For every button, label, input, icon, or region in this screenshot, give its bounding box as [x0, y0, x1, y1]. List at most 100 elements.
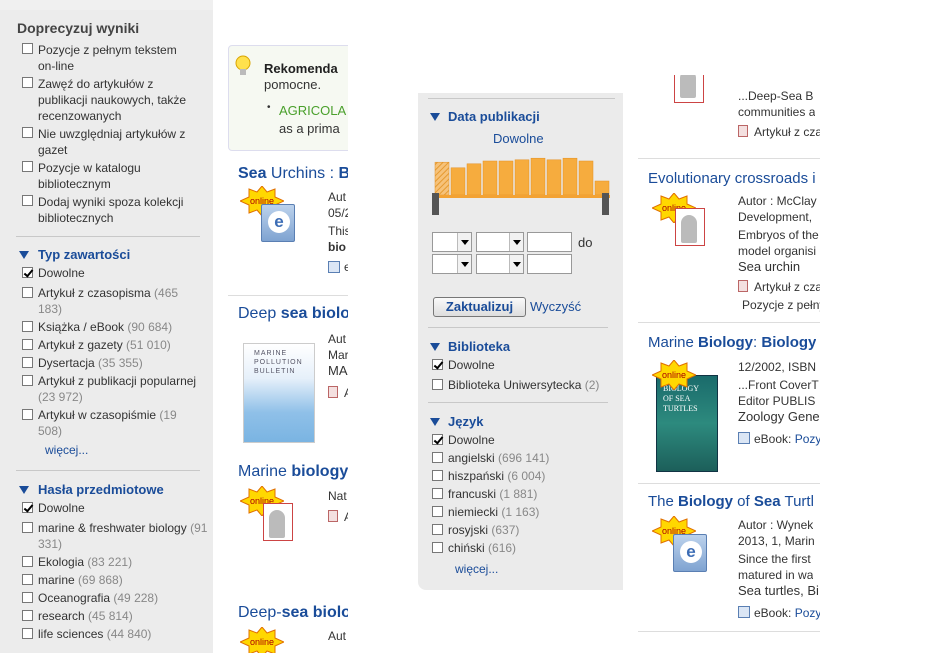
filter-checkbox[interactable]: [22, 287, 33, 298]
subjects-heading[interactable]: Hasła przedmiotowe: [38, 482, 164, 497]
filter-label[interactable]: angielski (696 141): [448, 450, 549, 466]
filter-checkbox[interactable]: [432, 359, 443, 370]
filter-label[interactable]: marine & freshwater biology (91 331): [38, 520, 208, 552]
result-title[interactable]: Marine biology: [238, 463, 348, 481]
histogram-bar[interactable]: [530, 157, 546, 196]
filter-label[interactable]: Artykuł z czasopisma (465 183): [38, 285, 198, 317]
collapse-triangle-icon[interactable]: [430, 113, 440, 121]
filter-label[interactable]: life sciences (44 840): [38, 626, 151, 642]
result-link[interactable]: Zoology Gener: [738, 409, 820, 425]
filter-checkbox[interactable]: [22, 321, 33, 332]
journal-cover-image[interactable]: MARINE POLLUTION BULLETIN: [243, 343, 315, 443]
from-month-select[interactable]: [432, 232, 472, 252]
filter-checkbox[interactable]: [432, 506, 443, 517]
result-title[interactable]: Deep sea biolo: [238, 305, 348, 323]
filter-checkbox[interactable]: [432, 488, 443, 499]
result-title[interactable]: Sea Urchins : B: [238, 165, 348, 183]
histogram-bar[interactable]: [482, 160, 498, 196]
result-title[interactable]: The Biology of Sea Turtl: [648, 493, 814, 510]
histogram-bar[interactable]: [514, 159, 530, 196]
filter-label[interactable]: Biblioteka Uniwersytecka (2): [448, 377, 599, 393]
filter-checkbox[interactable]: [432, 434, 443, 445]
filter-checkbox[interactable]: [432, 379, 443, 390]
histogram-bar[interactable]: [562, 157, 578, 196]
recommendation-link[interactable]: AGRICOLA: [279, 103, 346, 118]
ebook-document-icon[interactable]: e: [673, 534, 707, 572]
histogram-bar[interactable]: [578, 160, 594, 196]
date-histogram[interactable]: [432, 150, 612, 216]
filter-checkbox[interactable]: [432, 524, 443, 535]
filter-label[interactable]: Artykuł z publikacji popularnej (23 972): [38, 373, 208, 405]
filter-checkbox[interactable]: [22, 409, 33, 420]
clear-link[interactable]: Wyczyść: [530, 299, 581, 314]
fulltext-link[interactable]: Pozycje z pełny: [742, 297, 820, 313]
filter-label[interactable]: rosyjski (637): [448, 522, 519, 538]
refine-checkbox[interactable]: [22, 77, 33, 88]
histogram-bar[interactable]: [498, 160, 514, 196]
filter-checkbox[interactable]: [432, 542, 443, 553]
filter-checkbox[interactable]: [22, 375, 33, 386]
filter-label[interactable]: Ekologia (83 221): [38, 554, 132, 570]
result-title[interactable]: Deep-sea biolo: [238, 604, 348, 622]
date-heading[interactable]: Data publikacji: [448, 109, 540, 124]
filter-label[interactable]: marine (69 868): [38, 572, 123, 588]
histogram-bar[interactable]: [466, 163, 482, 196]
result-title[interactable]: Marine Biology: Biology: [648, 334, 816, 351]
filter-label[interactable]: Książka / eBook (90 684): [38, 319, 172, 335]
type-link[interactable]: Pozy: [795, 606, 820, 620]
refine-checkbox[interactable]: [22, 195, 33, 206]
filter-label[interactable]: Dysertacja (35 355): [38, 355, 143, 371]
language-heading[interactable]: Język: [448, 414, 483, 429]
refine-checkbox[interactable]: [22, 161, 33, 172]
ebook-document-icon[interactable]: e: [261, 204, 295, 242]
collapse-triangle-icon[interactable]: [19, 486, 29, 494]
article-document-icon[interactable]: [675, 208, 705, 246]
filter-checkbox[interactable]: [22, 628, 33, 639]
filter-label[interactable]: Oceanografia (49 228): [38, 590, 158, 606]
filter-label[interactable]: Artykuł z gazety (51 010): [38, 337, 171, 353]
refine-option-label[interactable]: Pozycje z pełnym tekstem on-line: [38, 42, 188, 74]
filter-label[interactable]: francuski (1 881): [448, 486, 537, 502]
refine-checkbox[interactable]: [22, 43, 33, 54]
result-link[interactable]: MA: [328, 363, 348, 379]
collapse-triangle-icon[interactable]: [430, 343, 440, 351]
library-heading[interactable]: Biblioteka: [448, 339, 510, 354]
result-link[interactable]: Sea turtles, Bi: [738, 583, 819, 599]
filter-label[interactable]: Artykuł w czasopiśmie (19 508): [38, 407, 188, 439]
article-document-icon[interactable]: [674, 75, 704, 103]
histogram-bar[interactable]: [546, 159, 562, 196]
filter-checkbox[interactable]: [22, 357, 33, 368]
filter-checkbox[interactable]: [432, 470, 443, 481]
filter-label[interactable]: niemiecki (1 163): [448, 504, 539, 520]
range-handle-left[interactable]: [432, 193, 439, 215]
histogram-bar[interactable]: [434, 161, 450, 196]
article-document-icon[interactable]: [263, 503, 293, 541]
from-day-select[interactable]: [476, 232, 524, 252]
filter-checkbox[interactable]: [22, 592, 33, 603]
more-link[interactable]: więcej...: [455, 562, 498, 576]
update-button[interactable]: Zaktualizuj: [433, 297, 526, 317]
range-handle-right[interactable]: [602, 193, 609, 215]
filter-checkbox[interactable]: [22, 574, 33, 585]
filter-checkbox[interactable]: [22, 267, 33, 278]
more-link[interactable]: więcej...: [45, 443, 88, 457]
filter-label[interactable]: hiszpański (6 004): [448, 468, 545, 484]
filter-label[interactable]: Dowolne: [448, 357, 495, 373]
result-title[interactable]: Evolutionary crossroads i: [648, 170, 816, 187]
filter-checkbox[interactable]: [22, 339, 33, 350]
collapse-triangle-icon[interactable]: [430, 418, 440, 426]
content-type-heading[interactable]: Typ zawartości: [38, 247, 130, 262]
filter-checkbox[interactable]: [22, 556, 33, 567]
filter-label[interactable]: Dowolne: [38, 265, 85, 281]
from-year-input[interactable]: [527, 232, 572, 252]
filter-label[interactable]: chiński (616): [448, 540, 516, 556]
refine-checkbox[interactable]: [22, 127, 33, 138]
filter-label[interactable]: research (45 814): [38, 608, 133, 624]
filter-checkbox[interactable]: [22, 502, 33, 513]
refine-option-label[interactable]: Pozycje w katalogu bibliotecznym: [38, 160, 158, 192]
type-link[interactable]: Pozy: [795, 432, 820, 446]
refine-option-label[interactable]: Nie uwzględniaj artykułów z gazet: [38, 126, 198, 158]
filter-checkbox[interactable]: [432, 452, 443, 463]
filter-label[interactable]: Dowolne: [38, 500, 85, 516]
histogram-bar[interactable]: [594, 180, 610, 196]
